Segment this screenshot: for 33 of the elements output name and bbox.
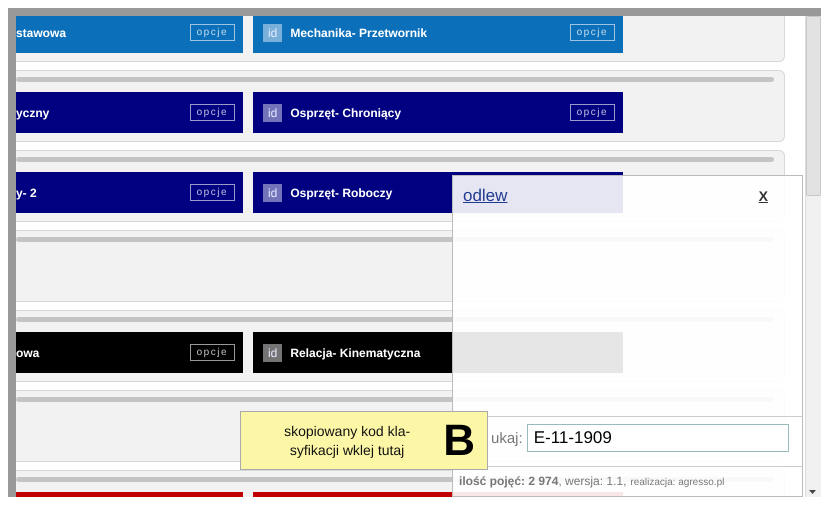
stats-text: ilość pojęć: 2 974, wersja: 1.1, xyxy=(459,474,626,488)
search-field[interactable]: E-11-1909 xyxy=(526,424,789,452)
category-tile[interactable]: stawowa opcje xyxy=(16,16,243,53)
category-tile[interactable]: owa opcje xyxy=(16,332,243,373)
category-tile[interactable]: id Osprzęt- Chroniący opcje xyxy=(253,92,623,133)
credit-text: realizacja: agresso.pl xyxy=(630,477,724,488)
category-tile[interactable]: y- 2 opcje xyxy=(16,172,243,213)
result-link[interactable]: odlew xyxy=(463,186,508,206)
callout-letter: B xyxy=(443,416,475,466)
tile-label: Mechanika- Przetwornik xyxy=(290,26,428,40)
id-tag: id xyxy=(263,24,282,42)
search-label: ukaj: xyxy=(491,430,523,446)
id-tag: id xyxy=(263,104,282,122)
options-button[interactable]: opcje xyxy=(190,104,235,121)
tile-label: owa xyxy=(16,346,40,360)
category-tile[interactable]: id Mechanika- Przetwornik opcje xyxy=(253,16,623,53)
options-button[interactable]: opcje xyxy=(190,184,235,201)
tile-label: stawowa xyxy=(16,26,66,40)
id-tag: id xyxy=(263,344,282,362)
options-button[interactable]: opcje xyxy=(190,344,235,361)
category-tile[interactable]: yczny opcje xyxy=(16,92,243,133)
close-button[interactable]: X xyxy=(758,188,768,204)
id-tag: id xyxy=(263,184,282,202)
tile-label: yczny xyxy=(16,106,50,120)
callout-text: skopiowany kod kla- syfikacji wklej tutaj xyxy=(283,422,412,460)
options-button[interactable]: opcje xyxy=(570,104,615,121)
scrollbar[interactable] xyxy=(805,16,821,497)
options-button[interactable]: opcje xyxy=(190,24,235,41)
tile-label: Osprzęt- Roboczy xyxy=(290,186,392,200)
options-button[interactable]: opcje xyxy=(570,24,615,41)
tile-label: y- 2 xyxy=(16,186,37,200)
tile-label: Osprzęt- Chroniący xyxy=(290,106,402,120)
tile-label: Relacja- Kinematyczna xyxy=(290,346,420,360)
